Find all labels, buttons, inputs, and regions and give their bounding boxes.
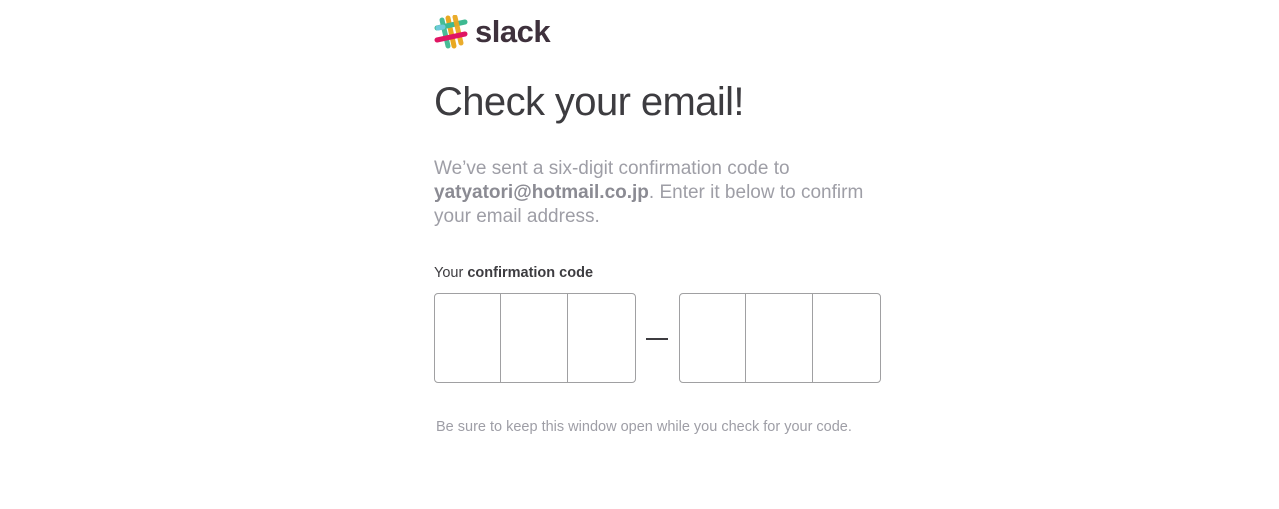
- description-prefix: We’ve sent a six-digit confirmation code…: [434, 158, 790, 179]
- slack-hash-icon: [434, 15, 468, 49]
- keep-window-open-note: Be sure to keep this window open while y…: [436, 419, 852, 435]
- code-label-bold: confirmation code: [467, 265, 594, 281]
- code-group-second: [679, 293, 881, 383]
- code-group-first: [434, 293, 636, 383]
- confirm-email-page: slack Check your email! We’ve sent a six…: [0, 0, 1279, 509]
- code-separator: [646, 338, 668, 340]
- code-digit-4[interactable]: [680, 294, 746, 382]
- code-digit-3[interactable]: [568, 294, 635, 382]
- slack-logo[interactable]: slack: [434, 14, 551, 50]
- email-address: yatyatori@hotmail.co.jp: [434, 182, 649, 203]
- code-label: Your confirmation code: [434, 263, 593, 283]
- code-digit-2[interactable]: [501, 294, 568, 382]
- code-label-prefix: Your: [434, 265, 464, 281]
- page-title: Check your email!: [434, 80, 745, 124]
- slack-wordmark: slack: [475, 14, 551, 49]
- code-digit-1[interactable]: [435, 294, 501, 382]
- code-digit-6[interactable]: [813, 294, 880, 382]
- confirmation-description: We’ve sent a six-digit confirmation code…: [434, 157, 894, 229]
- code-digit-5[interactable]: [746, 294, 813, 382]
